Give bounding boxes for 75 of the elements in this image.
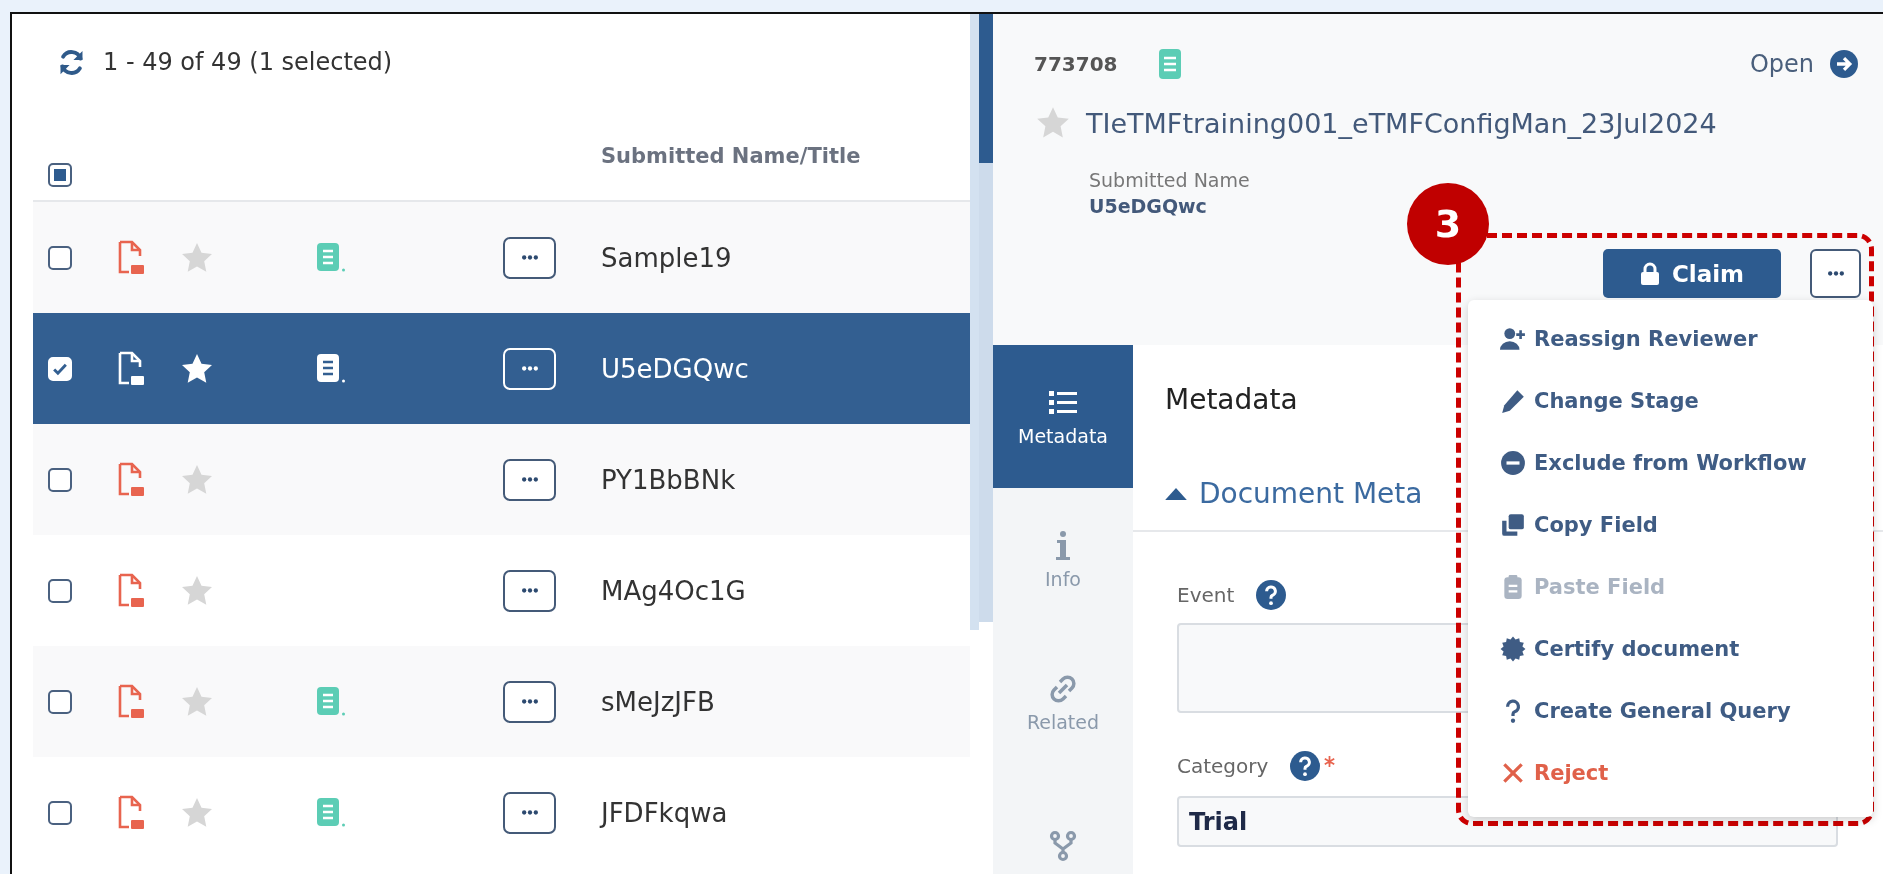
more-button[interactable]: [503, 791, 556, 834]
field-label: Category: [1177, 754, 1269, 778]
pdf-file-icon: [117, 794, 145, 831]
close-icon: [1500, 760, 1526, 786]
row-checkbox[interactable]: [48, 800, 72, 825]
document-title: TIeTMFtraining001_eTMFConfigMan_23Jul2024: [1086, 107, 1717, 139]
menu-item[interactable]: Reassign Reviewer: [1468, 308, 1873, 370]
dots-icon: [519, 476, 540, 483]
result-count: 1 - 49 of 49 (1 selected): [103, 48, 393, 76]
list-row[interactable]: U5eDGQwc: [33, 313, 970, 424]
document-icon: [1157, 48, 1182, 80]
document-name: sMeJzJFB: [601, 686, 715, 717]
copy-icon: [1500, 512, 1526, 538]
lock-icon: [1639, 261, 1660, 286]
step-badge: 3: [1407, 183, 1489, 265]
scrollbar-thumb[interactable]: [970, 14, 979, 630]
dots-icon: [519, 698, 540, 705]
more-button[interactable]: [503, 236, 556, 279]
help-icon[interactable]: [1290, 751, 1321, 781]
row-checkbox[interactable]: [48, 578, 72, 603]
list-row[interactable]: MAg4Oc1G: [33, 535, 970, 646]
pencil-icon: [1500, 388, 1526, 414]
document-name: PY1BbBNk: [601, 464, 736, 495]
menu-item[interactable]: Change Stage: [1468, 370, 1873, 432]
menu-item[interactable]: Certify document: [1468, 618, 1873, 680]
column-header[interactable]: Submitted Name/Title: [601, 144, 861, 168]
dots-icon: [519, 587, 540, 594]
field-label: Event: [1177, 583, 1235, 607]
more-button[interactable]: [503, 569, 556, 612]
submitted-name: U5eDGQwc: [1089, 194, 1208, 219]
document-name: JFDFkqwa: [601, 797, 728, 828]
caret-icon[interactable]: [1165, 486, 1187, 500]
document-name: Sample19: [601, 242, 732, 273]
pdf-file-icon: [117, 683, 145, 720]
section-heading[interactable]: Document Meta: [1199, 476, 1423, 510]
document-name: MAg4Oc1G: [601, 575, 746, 606]
user-plus-icon: [1500, 326, 1526, 352]
scrollbar-track[interactable]: [979, 14, 993, 622]
select-all-checkbox[interactable]: [48, 163, 72, 187]
open-link[interactable]: Open: [1749, 50, 1814, 78]
arrow-circle-icon[interactable]: [1830, 50, 1858, 78]
list-row[interactable]: sMeJzJFB: [33, 646, 970, 757]
dots-icon: [519, 809, 540, 816]
pdf-file-icon: [117, 572, 145, 609]
menu-item[interactable]: Copy Field: [1468, 494, 1873, 556]
scrollbar-thumb[interactable]: [979, 14, 993, 163]
fork-icon: [1047, 829, 1079, 862]
dots-icon: [1825, 270, 1846, 277]
more-button[interactable]: [503, 680, 556, 723]
document-name: U5eDGQwc: [601, 353, 749, 384]
minus-circle-icon: [1500, 450, 1526, 476]
menu-item[interactable]: Create General Query: [1468, 680, 1873, 742]
more-button[interactable]: [1810, 249, 1861, 298]
list-row[interactable]: PY1BbBNk: [33, 424, 970, 535]
list-row[interactable]: JFDFkqwa: [33, 757, 970, 868]
section-title: Metadata: [1165, 382, 1298, 418]
dots-icon: [519, 365, 540, 372]
pdf-file-icon: [117, 239, 145, 276]
menu-item[interactable]: Exclude from Workflow: [1468, 432, 1873, 494]
dots-icon: [519, 254, 540, 261]
pdf-file-icon: [117, 461, 145, 498]
side-tab[interactable]: Metadata: [993, 345, 1133, 488]
row-checkbox[interactable]: [48, 689, 72, 714]
document-icon[interactable]: [316, 352, 346, 385]
list-row[interactable]: Sample19: [33, 202, 970, 313]
row-checkbox[interactable]: [48, 245, 72, 270]
claim-button[interactable]: Claim: [1603, 249, 1781, 298]
more-button[interactable]: [503, 458, 556, 501]
link-icon: [1047, 672, 1079, 705]
help-icon[interactable]: [1256, 580, 1287, 610]
badge-icon: [1500, 636, 1526, 662]
document-id: 773708: [1034, 52, 1118, 76]
field-label: Submitted Name: [1089, 168, 1251, 193]
pdf-file-icon: [117, 350, 145, 387]
row-checkbox[interactable]: [48, 467, 72, 492]
